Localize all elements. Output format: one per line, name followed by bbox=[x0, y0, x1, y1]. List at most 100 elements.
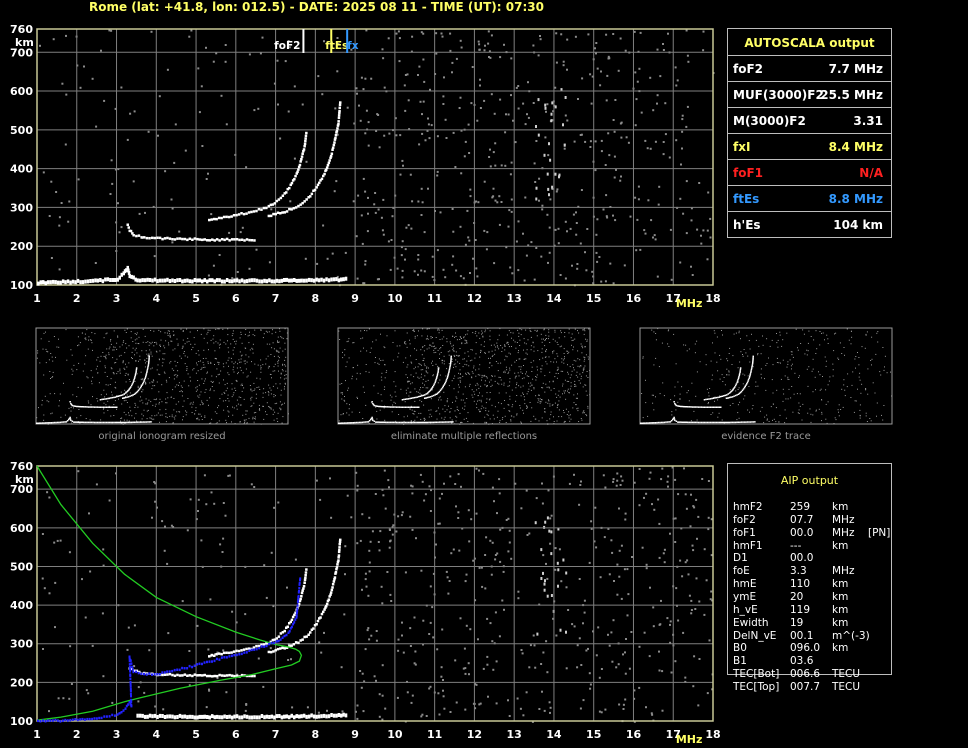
noise-dot bbox=[755, 381, 757, 383]
noise-dot bbox=[640, 111, 643, 114]
noise-dot bbox=[493, 344, 495, 346]
noise-dot bbox=[549, 711, 551, 714]
noise-dot bbox=[582, 699, 585, 702]
noise-dot bbox=[464, 580, 467, 583]
noise-dot bbox=[232, 333, 234, 335]
noise-dot bbox=[463, 418, 465, 420]
noise-dot bbox=[416, 391, 418, 393]
x-tick-label: 15 bbox=[586, 728, 601, 741]
noise-dot bbox=[317, 75, 320, 78]
noise-dot bbox=[562, 370, 564, 372]
trace-point bbox=[280, 715, 284, 720]
noise-dot bbox=[438, 522, 441, 525]
noise-dot bbox=[567, 371, 569, 373]
x-tick-label: 18 bbox=[705, 728, 720, 741]
noise-dot bbox=[483, 99, 486, 102]
noise-dot bbox=[64, 414, 66, 416]
noise-dot bbox=[517, 590, 520, 593]
noise-dot bbox=[129, 406, 131, 408]
noise-dot bbox=[563, 358, 565, 360]
trace-point bbox=[378, 421, 380, 423]
noise-dot bbox=[838, 358, 840, 360]
noise-dot bbox=[516, 413, 518, 415]
noise-dot bbox=[681, 575, 684, 578]
noise-dot bbox=[167, 632, 170, 635]
noise-dot bbox=[110, 340, 111, 342]
trace-point bbox=[435, 378, 437, 381]
noise-dot bbox=[595, 42, 598, 44]
noise-dot bbox=[205, 357, 207, 359]
trace-point bbox=[46, 422, 48, 424]
noise-dot bbox=[612, 619, 615, 622]
noise-dot bbox=[568, 411, 570, 413]
noise-dot bbox=[162, 362, 164, 364]
trace-point bbox=[228, 714, 231, 719]
noise-dot bbox=[613, 176, 616, 179]
noise-dot bbox=[98, 382, 100, 384]
trace-point bbox=[235, 649, 238, 653]
noise-dot bbox=[536, 335, 538, 337]
noise-dot bbox=[608, 57, 611, 60]
trace-point bbox=[104, 406, 106, 408]
noise-dot bbox=[270, 551, 273, 554]
noise-dot bbox=[87, 400, 89, 402]
trace-point bbox=[70, 419, 72, 422]
trace-point bbox=[53, 421, 56, 424]
noise-dot bbox=[516, 382, 518, 384]
noise-dot bbox=[142, 402, 144, 404]
trace-point bbox=[46, 280, 50, 285]
noise-dot bbox=[285, 356, 287, 358]
trace-point bbox=[307, 277, 311, 282]
noise-dot bbox=[182, 416, 184, 418]
noise-dot bbox=[828, 380, 830, 382]
noise-dot bbox=[430, 423, 432, 425]
background-noise bbox=[41, 466, 714, 723]
noise-dot bbox=[202, 367, 204, 368]
noise-dot bbox=[752, 366, 754, 368]
noise-dot bbox=[529, 402, 531, 403]
trace-point bbox=[436, 373, 439, 375]
trace-point bbox=[230, 238, 234, 241]
noise-dot bbox=[238, 396, 240, 398]
noise-dot bbox=[146, 353, 148, 355]
noise-dot bbox=[582, 412, 584, 414]
noise-dot bbox=[577, 98, 579, 100]
noise-dot bbox=[538, 399, 540, 401]
noise-dot bbox=[284, 342, 286, 344]
noise-dot bbox=[485, 536, 488, 539]
noise-dot bbox=[541, 208, 544, 211]
noise-dot bbox=[135, 413, 137, 415]
noise-dot bbox=[567, 364, 568, 366]
trace-point bbox=[312, 627, 315, 630]
noise-dot bbox=[173, 369, 175, 371]
trace-point bbox=[178, 278, 182, 282]
noise-dot bbox=[294, 558, 297, 561]
noise-dot bbox=[567, 390, 568, 392]
noise-dot bbox=[651, 503, 653, 506]
noise-dot bbox=[790, 397, 792, 399]
noise-dot bbox=[192, 369, 194, 371]
noise-dot bbox=[776, 362, 778, 363]
noise-dot bbox=[262, 364, 264, 366]
noise-dot bbox=[417, 258, 420, 261]
noise-dot bbox=[169, 333, 171, 335]
noise-dot bbox=[690, 493, 692, 496]
noise-dot bbox=[696, 537, 698, 540]
trace-point bbox=[61, 421, 63, 423]
noise-dot bbox=[182, 405, 184, 407]
noise-dot bbox=[824, 356, 826, 358]
noise-dot bbox=[395, 395, 397, 397]
noise-dot bbox=[186, 328, 188, 330]
y-tick-label: 300 bbox=[10, 638, 33, 651]
noise-dot bbox=[355, 235, 358, 238]
noise-dot bbox=[442, 103, 445, 105]
trace-point bbox=[444, 381, 447, 384]
trace-point bbox=[305, 714, 308, 719]
noise-dot bbox=[549, 405, 551, 407]
noise-dot bbox=[649, 586, 651, 589]
noise-dot bbox=[277, 355, 279, 357]
noise-dot bbox=[45, 362, 47, 364]
noise-dot bbox=[552, 404, 554, 406]
noise-dot bbox=[196, 386, 198, 388]
noise-dot bbox=[865, 389, 867, 391]
